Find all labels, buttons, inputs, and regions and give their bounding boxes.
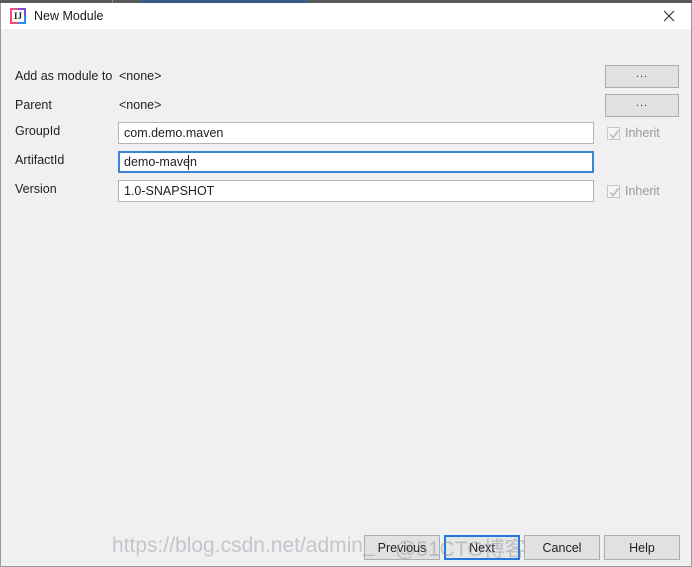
row-artifactid: ArtifactId [1, 151, 691, 173]
intellij-idea-icon: IJ [10, 8, 26, 24]
inherit-version-label: Inherit [625, 184, 660, 198]
label-add-as-module-to: Add as module to [15, 69, 113, 83]
value-parent: <none> [119, 98, 162, 112]
groupid-input[interactable] [118, 122, 594, 144]
previous-button[interactable]: Previous [364, 535, 440, 560]
cancel-button[interactable]: Cancel [524, 535, 600, 560]
close-icon[interactable] [646, 3, 691, 29]
browse-parent-button[interactable]: ... [605, 94, 679, 117]
dialog-footer: Previous Next Cancel Help [1, 535, 691, 566]
row-groupid: GroupId [1, 122, 691, 144]
inherit-groupid-checkbox[interactable]: Inherit [607, 126, 660, 140]
label-version: Version [15, 182, 57, 196]
inherit-groupid-label: Inherit [625, 126, 660, 140]
title-bar: IJ New Module [1, 3, 691, 29]
text-caret [188, 155, 189, 170]
row-version: Version [1, 180, 691, 202]
row-parent: Parent <none> [1, 96, 691, 118]
checkbox-box-version [607, 184, 620, 198]
label-artifactid: ArtifactId [15, 153, 65, 167]
checkbox-box-groupid [607, 126, 620, 140]
form-area: Add as module to <none> ... Parent <none… [1, 29, 691, 536]
window-title: New Module [34, 9, 104, 23]
row-add-as-module-to: Add as module to <none> [1, 67, 691, 89]
next-button[interactable]: Next [444, 535, 520, 560]
value-add-as-module-to: <none> [119, 69, 162, 83]
new-module-dialog: IJ New Module Add as module to <none> ..… [0, 3, 692, 567]
inherit-version-checkbox[interactable]: Inherit [607, 184, 660, 198]
version-input[interactable] [118, 180, 594, 202]
artifactid-input[interactable] [118, 151, 594, 173]
label-parent: Parent [15, 98, 52, 112]
help-button[interactable]: Help [604, 535, 680, 560]
browse-add-as-module-to-button[interactable]: ... [605, 65, 679, 88]
label-groupid: GroupId [15, 124, 61, 138]
